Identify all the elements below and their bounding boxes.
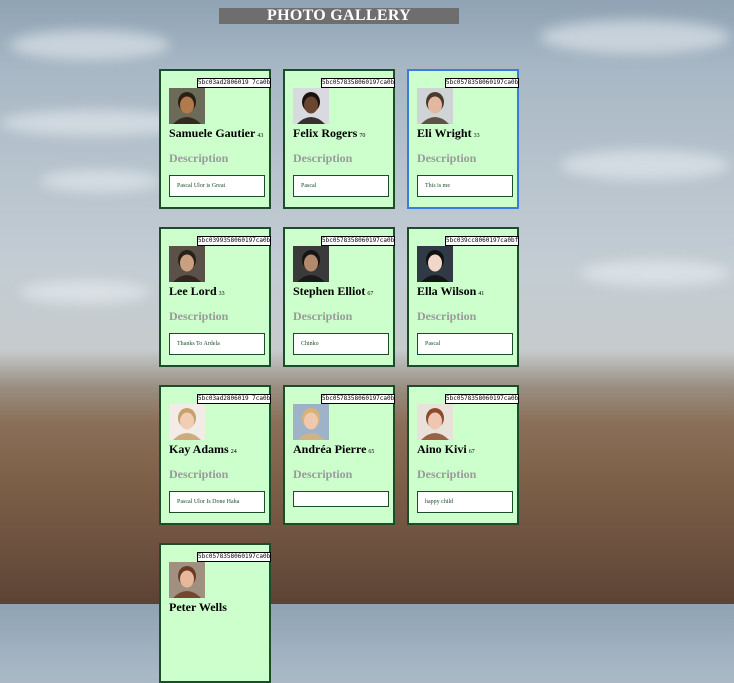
- description-label: Description: [417, 151, 477, 165]
- person-name: Lee Lord 33: [169, 284, 225, 299]
- person-age: 24: [230, 449, 237, 455]
- person-name: Ella Wilson 41: [417, 284, 484, 299]
- person-age: 43: [257, 133, 264, 139]
- person-name-text: Felix Rogers: [293, 126, 358, 140]
- gallery-card[interactable]: 5bc0578358060197ca0bf2d3 Eli Wright33 Desc…: [407, 69, 519, 209]
- person-name-text: Stephen Elliot: [293, 284, 366, 298]
- person-name-text: Ella Wilson: [417, 284, 477, 298]
- avatar[interactable]: [293, 404, 329, 440]
- gallery-card[interactable]: 5bc0578358060197ca0bf3134 Aino Kivi67 Desc…: [407, 385, 519, 525]
- description-field[interactable]: Thanks To Ardela: [169, 333, 265, 355]
- avatar[interactable]: [417, 246, 453, 282]
- description-field[interactable]: happy child: [417, 491, 513, 513]
- card-id-label: 5bc03ad2806019 7ca0bf2ddf: [197, 78, 271, 88]
- person-name-text: Peter Wells: [169, 600, 227, 614]
- description-field[interactable]: Pascal: [293, 175, 389, 197]
- description-label: Description: [417, 309, 477, 323]
- description-label: Description: [293, 467, 353, 481]
- gallery-card[interactable]: 5bc0578358060197ca0bfa27 Andréa Pierre65 D…: [283, 385, 395, 525]
- person-name-text: Andréa Pierre: [293, 442, 367, 456]
- card-id-label: 5bc039cc8060197ca0bf2ddc: [445, 236, 519, 246]
- person-name: Andréa Pierre 65: [293, 442, 374, 457]
- avatar[interactable]: [169, 562, 205, 598]
- gallery-card[interactable]: 5bc0399358060197ca0bf2ddd Lee Lord33 Descr…: [159, 227, 271, 367]
- person-age: 33: [218, 291, 225, 297]
- person-age: 33: [473, 133, 480, 139]
- description-field[interactable]: This is me: [417, 175, 513, 197]
- description-label: Description: [169, 309, 229, 323]
- card-id-label: 5bc0578358060197ca0bf3134: [445, 394, 519, 404]
- gallery-card[interactable]: 5bc03ad2806019 7ca0bf2ddf Samuele Gautier…: [159, 69, 271, 209]
- card-id-label: 5bc0578358060197ca0bf2d3: [445, 78, 519, 88]
- card-id-label: 5bc03ad2806019 7ca0bf2a6f: [197, 394, 271, 404]
- person-name: Kay Adams 24: [169, 442, 237, 457]
- card-id-label: 5bc0399358060197ca0bf2ddd: [197, 236, 271, 246]
- card-id-label: 5bc0578358060197ca0bfa27: [321, 394, 395, 404]
- person-name-text: Samuele Gautier: [169, 126, 256, 140]
- person-name-text: Eli Wright: [417, 126, 472, 140]
- page-title: PHOTO GALLERY: [219, 8, 459, 24]
- avatar[interactable]: [293, 246, 329, 282]
- avatar[interactable]: [169, 404, 205, 440]
- person-age: 41: [478, 291, 485, 297]
- description-field[interactable]: Pascal Ulor Is Done Haha: [169, 491, 265, 513]
- avatar[interactable]: [417, 404, 453, 440]
- card-id-label: 5bc0578358060197ca0bfa09a: [321, 236, 395, 246]
- card-id-label: 5bc0578358060197ca0bfd21a: [197, 552, 271, 562]
- person-age: 70: [359, 133, 366, 139]
- gallery-card[interactable]: 5bc0578358060197ca0bfa09a Stephen Elliot6…: [283, 227, 395, 367]
- person-age: 67: [468, 449, 475, 455]
- gallery-card[interactable]: 5bc039cc8060197ca0bf2ddc Ella Wilson41 Des…: [407, 227, 519, 367]
- description-label: Description: [169, 151, 229, 165]
- avatar[interactable]: [293, 88, 329, 124]
- avatar[interactable]: [169, 246, 205, 282]
- description-field[interactable]: Pascal Ulor is Great: [169, 175, 265, 197]
- person-name-text: Aino Kivi: [417, 442, 467, 456]
- description-field[interactable]: Pascal: [417, 333, 513, 355]
- person-age: 67: [367, 291, 374, 297]
- person-name: Peter Wells: [169, 600, 229, 615]
- description-label: Description: [417, 467, 477, 481]
- person-name-text: Lee Lord: [169, 284, 217, 298]
- avatar[interactable]: [169, 88, 205, 124]
- description-field[interactable]: [293, 491, 389, 507]
- avatar[interactable]: [417, 88, 453, 124]
- person-name-text: Kay Adams: [169, 442, 229, 456]
- description-label: Description: [293, 151, 353, 165]
- gallery-card[interactable]: 5bc03ad2806019 7ca0bf2a6f Kay Adams24 Desc…: [159, 385, 271, 525]
- description-label: Description: [169, 467, 229, 481]
- description-field[interactable]: Chinko: [293, 333, 389, 355]
- person-name: Felix Rogers 70: [293, 126, 365, 141]
- card-id-label: 5bc0578358060197ca0bf1ddc: [321, 78, 395, 88]
- gallery-card[interactable]: 5bc0578358060197ca0bf1ddc Felix Rogers70 D…: [283, 69, 395, 209]
- person-name: Stephen Elliot 67: [293, 284, 373, 299]
- person-name: Aino Kivi 67: [417, 442, 475, 457]
- description-label: Description: [293, 309, 353, 323]
- person-age: 65: [368, 449, 375, 455]
- person-name: Eli Wright 33: [417, 126, 480, 141]
- gallery-card[interactable]: 5bc0578358060197ca0bfd21a Peter Wells: [159, 543, 271, 683]
- person-name: Samuele Gautier 43: [169, 126, 263, 141]
